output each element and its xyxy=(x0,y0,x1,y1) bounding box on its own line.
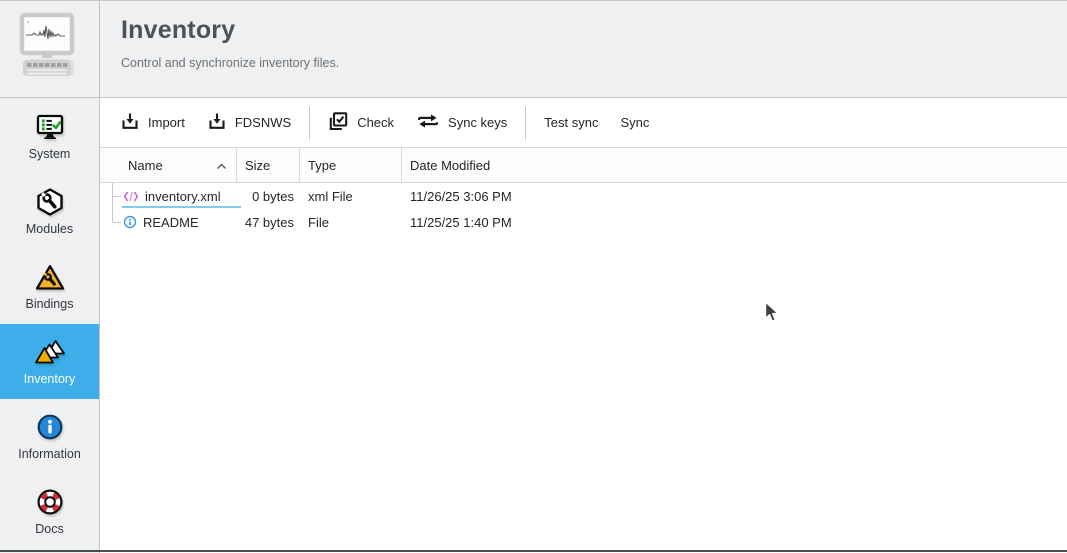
cell-date-modified: 11/26/25 3:06 PM xyxy=(410,188,512,204)
button-label: Test sync xyxy=(544,115,599,130)
button-label: Sync keys xyxy=(448,115,508,130)
sidebar-nav: System Modules Bindings Inventory Inform… xyxy=(0,99,99,549)
sidebar-item-modules[interactable]: Modules xyxy=(0,174,99,249)
cell-type: xml File xyxy=(308,188,353,204)
button-label: FDSNWS xyxy=(234,115,292,130)
sidebar-item-docs[interactable]: Docs xyxy=(0,474,99,549)
cell-name: inventory.xml xyxy=(100,183,241,209)
sidebar-item-label: Docs xyxy=(35,522,64,536)
cell-size: 47 bytes xyxy=(244,214,294,230)
column-label: Name xyxy=(128,157,163,173)
sidebar: System Modules Bindings Inventory Inform… xyxy=(0,1,100,553)
toolbar-separator xyxy=(309,105,311,140)
import-icon xyxy=(207,111,227,134)
sync-arrows-icon xyxy=(416,112,440,133)
button-label: Check xyxy=(357,115,395,130)
readme-file-icon xyxy=(123,215,137,229)
sort-ascending-icon xyxy=(216,158,227,173)
mouse-cursor xyxy=(764,301,781,330)
column-header-type[interactable]: Type xyxy=(300,148,402,182)
table-row[interactable]: inventory.xml 0 bytes xml File 11/26/25 … xyxy=(100,183,1067,209)
sidebar-item-bindings[interactable]: Bindings xyxy=(0,249,99,324)
lifebuoy-icon xyxy=(35,487,65,517)
test-sync-button[interactable]: Test sync xyxy=(533,107,609,138)
button-label: Sync xyxy=(620,115,650,130)
button-label: Import xyxy=(148,115,185,130)
sync-keys-button[interactable]: Sync keys xyxy=(405,104,518,141)
main-panel: Inventory Control and synchronize invent… xyxy=(100,1,1067,553)
toolbar-separator xyxy=(525,105,527,140)
seiscomp-logo-icon xyxy=(19,12,74,76)
warning-triangle-wrench-icon xyxy=(35,262,65,292)
sidebar-item-system[interactable]: System xyxy=(0,99,99,174)
file-list: inventory.xml 0 bytes xml File 11/26/25 … xyxy=(100,183,1067,235)
sidebar-item-inventory[interactable]: Inventory xyxy=(0,324,99,399)
file-name: README xyxy=(143,214,199,230)
sidebar-item-label: System xyxy=(28,147,71,161)
page-title: Inventory xyxy=(121,16,236,44)
cell-type: File xyxy=(308,214,329,230)
file-table-header: Name Size Type Date Modified xyxy=(100,148,1067,183)
table-row[interactable]: README 47 bytes File 11/25/25 1:40 PM xyxy=(100,209,1067,235)
system-monitor-checklist-icon xyxy=(35,112,65,142)
app-window: System Modules Bindings Inventory Inform… xyxy=(0,0,1067,553)
sidebar-item-label: Inventory xyxy=(23,372,76,386)
page-subtitle: Control and synchronize inventory files. xyxy=(121,56,340,70)
sidebar-item-label: Information xyxy=(18,447,81,461)
column-label: Size xyxy=(245,157,271,173)
toolbar: Import FDSNWS Check Sync keys Test sync … xyxy=(100,98,1067,148)
import-button[interactable]: Import xyxy=(109,103,196,142)
check-button[interactable]: Check xyxy=(317,103,405,143)
app-logo xyxy=(0,1,99,98)
column-label: Type xyxy=(308,157,337,173)
column-header-date-modified[interactable]: Date Modified xyxy=(402,148,1067,182)
page-header: Inventory Control and synchronize invent… xyxy=(100,1,1067,98)
column-label: Date Modified xyxy=(410,157,491,173)
fdsnws-button[interactable]: FDSNWS xyxy=(196,103,302,142)
column-header-name[interactable]: Name xyxy=(100,148,237,182)
hexagon-wrench-icon xyxy=(36,187,64,217)
cell-name: README xyxy=(100,209,237,235)
checkbox-layers-icon xyxy=(328,111,349,135)
import-icon xyxy=(120,111,140,134)
xml-file-icon xyxy=(123,190,139,203)
cell-date-modified: 11/25/25 1:40 PM xyxy=(410,214,512,230)
sidebar-item-information[interactable]: Information xyxy=(0,399,99,474)
sync-button[interactable]: Sync xyxy=(609,107,660,138)
column-header-size[interactable]: Size xyxy=(237,148,300,182)
window-bottom-edge xyxy=(0,550,1067,552)
cell-size: 0 bytes xyxy=(252,188,294,204)
info-circle-icon xyxy=(36,412,64,442)
sidebar-item-label: Modules xyxy=(25,222,74,236)
sidebar-item-label: Bindings xyxy=(25,297,74,311)
triangles-icon xyxy=(34,337,65,367)
file-name: inventory.xml xyxy=(145,188,221,204)
